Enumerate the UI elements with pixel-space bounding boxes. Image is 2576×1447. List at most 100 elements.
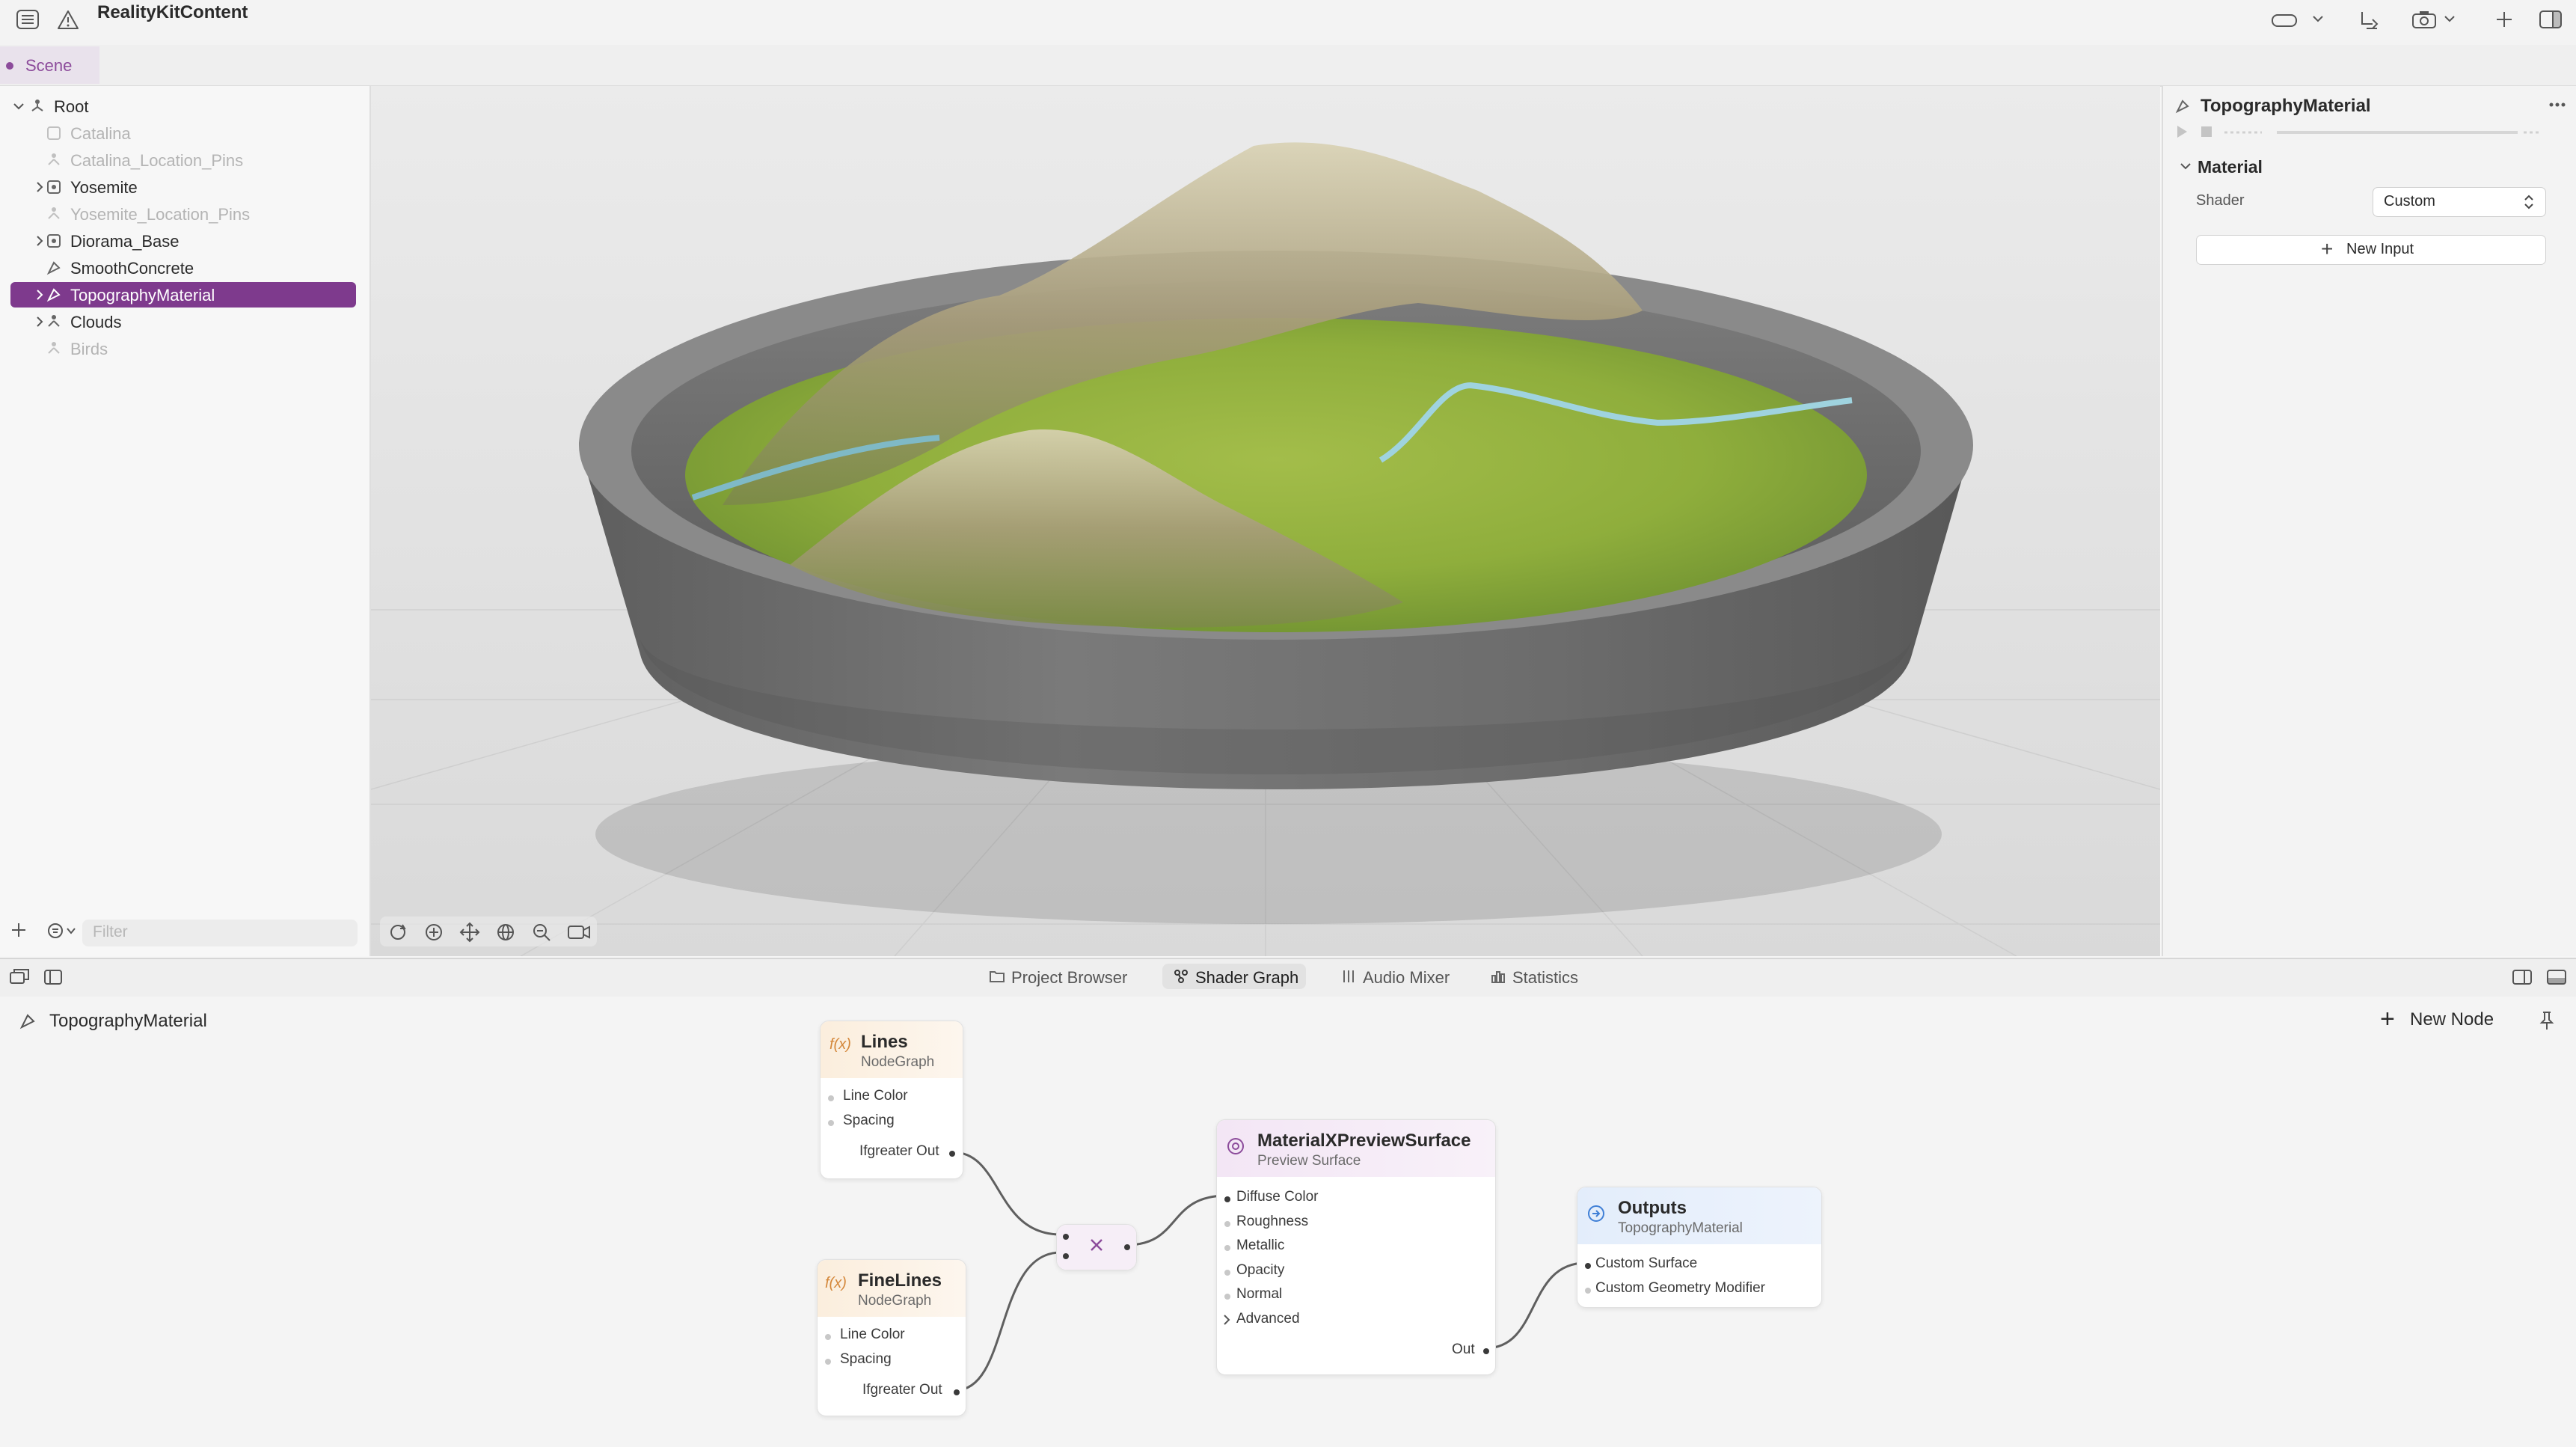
windows-icon[interactable] [9, 968, 30, 986]
tree-item-yosemite[interactable]: Yosemite [10, 174, 356, 200]
camera-icon[interactable] [2411, 9, 2437, 30]
bottom-panel-toggle-icon[interactable] [2546, 968, 2567, 986]
toolbar: RealityKitContent [0, 0, 2576, 46]
chevron-up-down-icon [2524, 195, 2533, 209]
port-label: Spacing [843, 1113, 895, 1128]
output-port[interactable] [954, 1389, 960, 1395]
zoom-icon[interactable] [531, 922, 552, 943]
input-port[interactable] [828, 1120, 834, 1126]
node-outputs[interactable]: Outputs TopographyMaterial Custom Surfac… [1577, 1187, 1822, 1308]
document-tab-bar [0, 45, 2576, 87]
warning-icon[interactable] [57, 9, 79, 30]
filter-options-icon[interactable] [46, 922, 81, 940]
new-input-button[interactable]: + New Input [2196, 235, 2546, 265]
node-multiply[interactable] [1056, 1224, 1137, 1270]
filter-input[interactable]: Filter [82, 920, 358, 946]
timeline-scrubber[interactable] [2224, 130, 2539, 135]
tab-scene[interactable]: Scene [0, 46, 99, 84]
camera-menu-chevron-icon[interactable] [2443, 13, 2456, 24]
chevron-down-icon[interactable] [2311, 13, 2325, 24]
output-label: Ifgreater Out [862, 1382, 942, 1398]
plus-icon: + [2321, 237, 2334, 260]
node-lines[interactable]: f(x) Lines NodeGraph Line Color Spacing … [820, 1021, 963, 1179]
port-label: Opacity [1236, 1262, 1285, 1278]
tab-project-browser[interactable]: Project Browser [989, 964, 1138, 989]
tab-statistics[interactable]: Statistics [1490, 964, 1602, 989]
input-port[interactable] [1585, 1263, 1591, 1269]
modified-dot [6, 62, 13, 70]
sidebar-toggle-icon[interactable] [16, 9, 39, 30]
node-subtitle: Preview Surface [1257, 1153, 1361, 1169]
port-label: Custom Geometry Modifier [1595, 1280, 1766, 1296]
viewport-toolbar [380, 917, 597, 946]
input-port[interactable] [1585, 1288, 1591, 1294]
add-entity-button[interactable] [9, 920, 28, 940]
input-port[interactable] [1063, 1234, 1069, 1240]
model-icon [47, 126, 61, 140]
tab-audio-mixer[interactable]: Audio Mixer [1340, 964, 1468, 989]
input-port[interactable] [1224, 1294, 1230, 1300]
entity-icon [48, 315, 60, 327]
filter-placeholder: Filter [93, 923, 128, 940]
orbit-icon[interactable] [387, 922, 408, 943]
tree-item-topographymaterial[interactable]: TopographyMaterial [10, 282, 356, 308]
shader-select[interactable]: Custom [2373, 187, 2546, 217]
tree-item-diorama-base[interactable]: Diorama_Base [10, 228, 356, 254]
add-to-scene-icon[interactable] [2358, 9, 2382, 31]
scene-outline: Root Catalina Catalina_Location_Pins Yos… [0, 86, 371, 956]
tree-item-clouds[interactable]: Clouds [10, 309, 356, 334]
tree-item-label: TopographyMaterial [70, 286, 215, 305]
app-title: RealityKitContent [97, 2, 248, 22]
tree-item-birds[interactable]: Birds [10, 336, 356, 361]
tree-item-catalina-location-pins[interactable]: Catalina_Location_Pins [10, 147, 356, 173]
model-icon [47, 234, 61, 248]
node-finelines[interactable]: f(x) FineLines NodeGraph Line Color Spac… [817, 1259, 966, 1416]
play-icon[interactable] [2175, 124, 2189, 139]
material-section-header: Material [2198, 157, 2263, 177]
output-port[interactable] [1124, 1244, 1130, 1250]
port-label: Metallic [1236, 1238, 1285, 1253]
mixer-icon [1343, 970, 1354, 982]
tree-item-smoothconcrete[interactable]: SmoothConcrete [10, 255, 356, 281]
tree-item-label: Catalina_Location_Pins [70, 151, 244, 170]
inspector-title: TopographyMaterial [2201, 96, 2371, 116]
pan-icon[interactable] [459, 922, 480, 943]
input-port[interactable] [1063, 1253, 1069, 1259]
node-materialx-preview-surface[interactable]: MaterialXPreviewSurface Preview Surface … [1216, 1119, 1496, 1375]
output-port[interactable] [1483, 1348, 1489, 1354]
vision-pro-icon[interactable] [2271, 10, 2298, 30]
node-subtitle: TopographyMaterial [1618, 1220, 1743, 1236]
stop-icon[interactable] [2201, 126, 2212, 138]
output-port[interactable] [949, 1151, 955, 1157]
section-chevron-icon[interactable] [2180, 161, 2192, 171]
material-icon [46, 288, 61, 302]
globe-icon[interactable] [495, 922, 516, 943]
tree-item-label: Birds [70, 340, 108, 358]
input-port[interactable] [1224, 1245, 1230, 1251]
dolly-icon[interactable] [423, 922, 444, 943]
tree-item-root[interactable]: Root [10, 94, 356, 119]
inspector-toggle-icon[interactable] [2539, 9, 2563, 30]
sidebar-panel-icon[interactable] [43, 968, 63, 986]
plus-icon[interactable] [2494, 9, 2515, 30]
shader-label: Shader [2196, 192, 2245, 209]
tree-item-catalina[interactable]: Catalina [10, 120, 356, 146]
node-title: Outputs [1618, 1198, 1687, 1218]
entity-icon [48, 207, 60, 219]
input-port[interactable] [1224, 1196, 1230, 1202]
3d-viewport[interactable] [371, 86, 2160, 956]
input-port[interactable] [1224, 1221, 1230, 1227]
preview-surface-icon [1226, 1137, 1245, 1156]
input-port[interactable] [825, 1359, 831, 1365]
tab-shader-graph[interactable]: Shader Graph [1162, 964, 1306, 989]
node-title: MaterialXPreviewSurface [1257, 1131, 1471, 1151]
model-icon [47, 180, 61, 194]
right-panel-toggle-icon[interactable] [2512, 968, 2533, 986]
chevron-right-icon[interactable] [1221, 1313, 1232, 1327]
video-camera-icon[interactable] [567, 922, 591, 943]
input-port[interactable] [825, 1334, 831, 1340]
tree-item-yosemite-location-pins[interactable]: Yosemite_Location_Pins [10, 201, 356, 227]
input-port[interactable] [828, 1095, 834, 1101]
input-port[interactable] [1224, 1270, 1230, 1276]
more-options-icon[interactable] [2548, 97, 2567, 112]
